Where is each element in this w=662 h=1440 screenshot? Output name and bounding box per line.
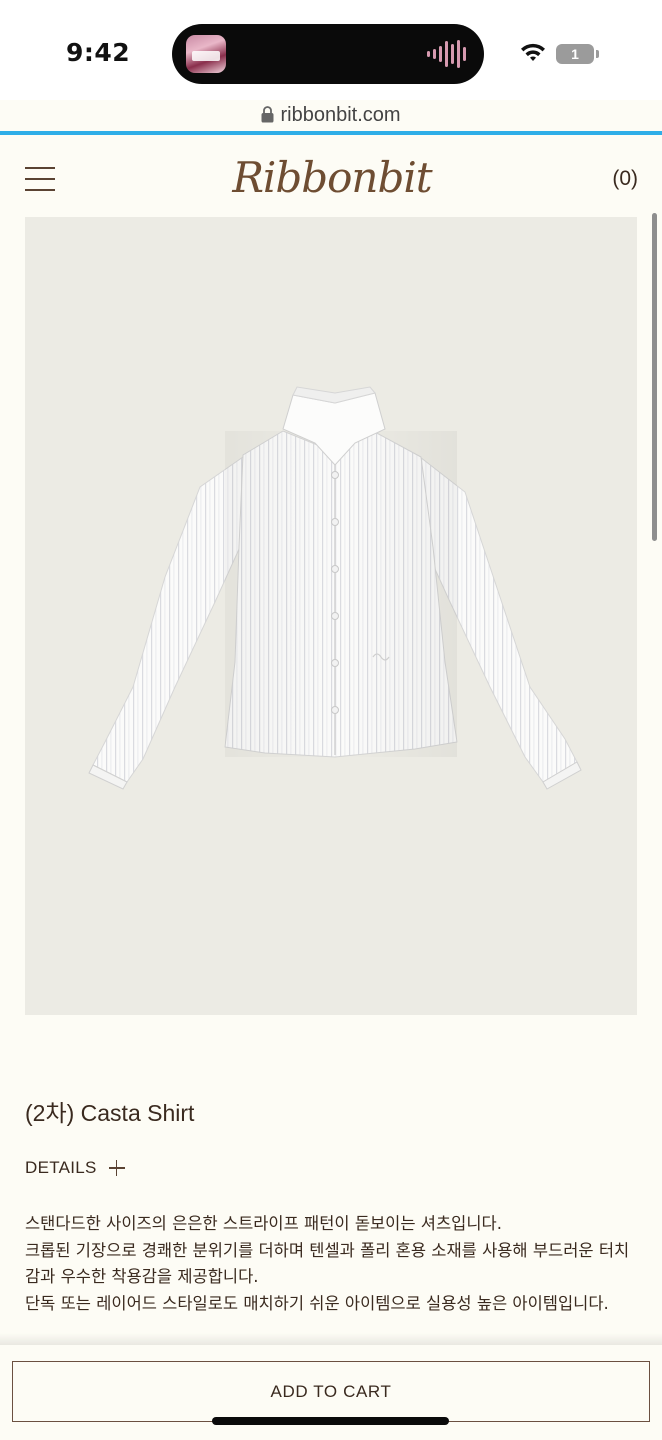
bottom-bar-shadow	[0, 1333, 662, 1345]
status-time: 9:42	[66, 38, 131, 67]
product-image[interactable]	[25, 217, 637, 1015]
plus-icon	[108, 1160, 125, 1176]
battery-cap	[596, 50, 599, 58]
lock-icon	[261, 106, 274, 123]
description-line: 크롭된 기장으로 경쾌한 분위기를 더하며 텐셀과 폴리 혼용 소재를 사용해 …	[25, 1240, 630, 1287]
description-line: 단독 또는 레이어드 스타일로도 매치하기 쉬운 아이템으로 실용성 높은 아이…	[25, 1293, 609, 1313]
site-header: Ribbonbit (0)	[0, 135, 662, 217]
address-bar[interactable]: ribbonbit.com	[0, 100, 662, 130]
description-line: 스탠다드한 사이즈의 은은한 스트라이프 패턴이 돋보이는 셔츠입니다.	[25, 1214, 502, 1233]
now-playing-artwork	[186, 35, 226, 73]
battery-icon: 1	[556, 44, 594, 64]
status-bar: 9:42 1	[0, 0, 662, 100]
page-scrollbar[interactable]	[652, 213, 657, 541]
brand-logo[interactable]: Ribbonbit	[232, 143, 432, 213]
details-label: DETAILS	[25, 1158, 97, 1177]
audio-waveform-icon	[427, 40, 466, 68]
hamburger-menu-icon[interactable]	[25, 167, 55, 191]
product-title: (2차) Casta Shirt	[25, 1100, 195, 1126]
home-indicator[interactable]	[212, 1417, 449, 1425]
battery-level: 1	[571, 46, 579, 62]
product-description: 스탠다드한 사이즈의 은은한 스트라이프 패턴이 돋보이는 셔츠입니다. 크롭된…	[25, 1211, 637, 1317]
cart-count[interactable]: (0)	[612, 167, 638, 191]
add-to-cart-button[interactable]: ADD TO CART	[12, 1361, 650, 1422]
shirt-image	[88, 386, 582, 790]
url-text: ribbonbit.com	[280, 103, 401, 126]
dynamic-island[interactable]	[172, 24, 484, 84]
wifi-icon	[521, 43, 545, 61]
details-toggle[interactable]: DETAILS	[25, 1158, 125, 1178]
